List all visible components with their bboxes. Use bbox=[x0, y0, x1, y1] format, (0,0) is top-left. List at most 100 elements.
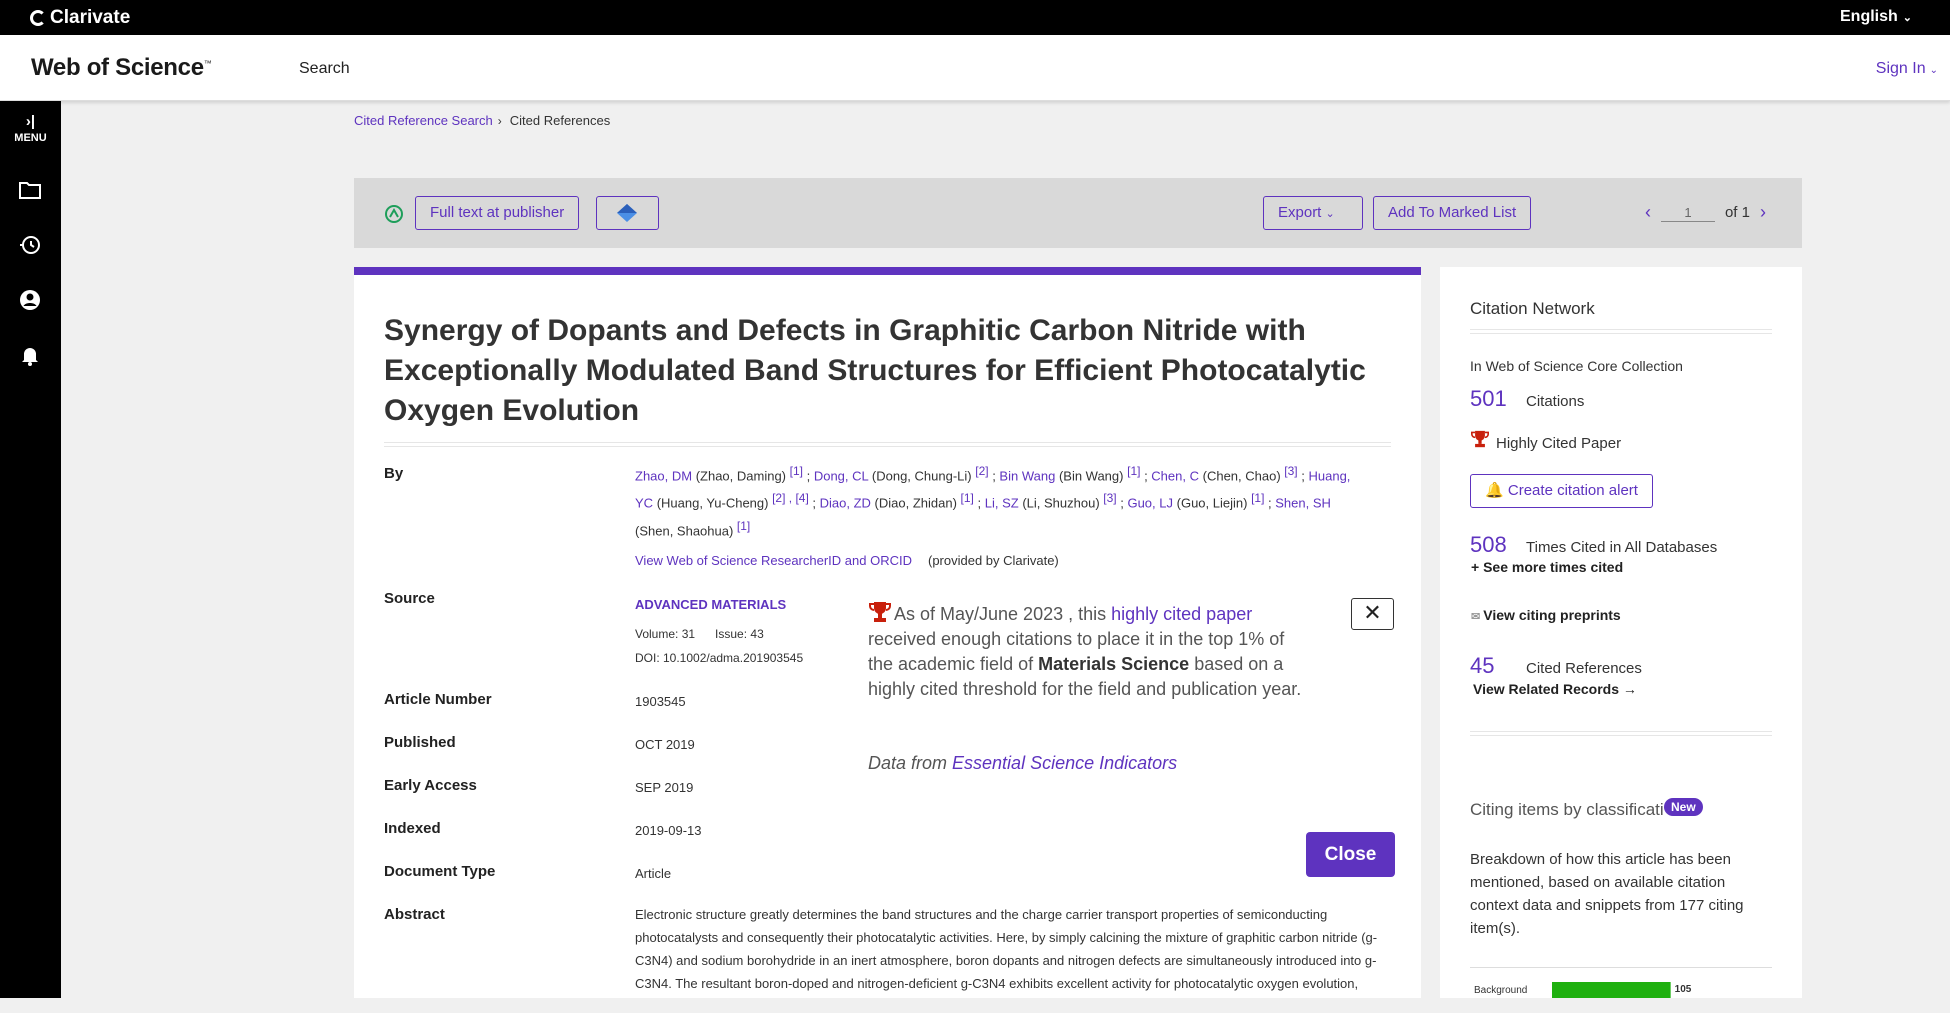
breadcrumb-cited-reference-search[interactable]: Cited Reference Search bbox=[354, 113, 493, 128]
data-from-label: Data from bbox=[868, 753, 953, 773]
add-to-marked-list-button[interactable]: Add To Marked List bbox=[1373, 196, 1532, 230]
author-full-name: (Shen, Shaohua) bbox=[635, 522, 734, 538]
clarivate-brand-text: Clarivate bbox=[50, 7, 131, 28]
author-link[interactable]: Guo, LJ bbox=[1127, 496, 1173, 511]
early-access-label: Early Access bbox=[384, 777, 477, 794]
author-link[interactable]: Zhao, DM bbox=[635, 468, 692, 483]
sign-in-menu[interactable]: Sign In ⌄ bbox=[1876, 60, 1938, 78]
history-icon[interactable] bbox=[18, 233, 42, 257]
user-icon[interactable] bbox=[18, 288, 42, 312]
volume-value: Volume: 31 bbox=[635, 627, 696, 641]
doi-value: DOI: 10.1002/adma.201903545 bbox=[635, 651, 804, 665]
author-link[interactable]: Bin Wang bbox=[999, 468, 1055, 483]
issue-value: Issue: 43 bbox=[715, 627, 764, 641]
related-label: View Related Records bbox=[1473, 681, 1620, 697]
record-toolbar: Full text at publisher Export ⌄ Add To M… bbox=[354, 178, 1802, 248]
page-number-input[interactable] bbox=[1660, 203, 1715, 222]
provided-by-label: (provided by Clarivate) bbox=[927, 553, 1059, 568]
view-citing-preprints-link[interactable]: ✉ View citing preprints bbox=[1471, 607, 1621, 623]
clarivate-logo[interactable]: Clarivate bbox=[30, 7, 130, 29]
chevron-right-icon: ›| bbox=[25, 113, 36, 130]
author-link[interactable]: Dong, CL bbox=[814, 468, 868, 483]
close-icon[interactable]: ✕ bbox=[1351, 598, 1394, 630]
pagination: ‹ of 1 › bbox=[1645, 202, 1766, 223]
all-databases-label: Times Cited in All Databases bbox=[1526, 539, 1718, 556]
author-affiliation-ref[interactable]: [3] bbox=[1284, 464, 1297, 478]
author-link[interactable]: Li, SZ bbox=[985, 496, 1019, 511]
citation-network-heading: Citation Network bbox=[1470, 299, 1595, 318]
highly-cited-message: As of May/June 2023 , this highly cited … bbox=[868, 601, 1308, 702]
article-number-label: Article Number bbox=[384, 691, 492, 708]
author-affiliation-ref[interactable]: [1] bbox=[790, 464, 803, 478]
esi-link[interactable]: Essential Science Indicators bbox=[952, 753, 1177, 773]
author-link[interactable]: Chen, C bbox=[1151, 468, 1199, 483]
author-affiliation-ref[interactable]: [2] , [4] bbox=[772, 491, 809, 505]
author-affiliation-ref[interactable]: [1] bbox=[1251, 491, 1264, 505]
author-affiliation-ref[interactable]: [1] bbox=[1127, 464, 1140, 478]
author-full-name: (Huang, Yu-Cheng) bbox=[656, 495, 769, 511]
chart-category-label: Background bbox=[1474, 985, 1527, 996]
cited-references-metric[interactable]: 45 Cited References bbox=[1470, 653, 1642, 679]
document-type-value: Article bbox=[635, 866, 672, 881]
language-selector[interactable]: English ⌄ bbox=[1840, 8, 1912, 26]
web-of-science-logo[interactable]: Web of Science™ bbox=[31, 54, 212, 82]
volume-issue: Volume: 31 Issue: 43 bbox=[635, 627, 764, 641]
early-access-value: SEP 2019 bbox=[635, 780, 694, 795]
author-affiliation-ref[interactable]: [2] bbox=[975, 464, 988, 478]
see-more-label: See more times cited bbox=[1483, 559, 1624, 575]
citations-count[interactable]: 501 bbox=[1470, 386, 1526, 412]
author-affiliation-ref[interactable]: [3] bbox=[1103, 491, 1116, 505]
close-button[interactable]: Close bbox=[1306, 832, 1395, 877]
popup-text-part1: As of May/June 2023 , this bbox=[894, 604, 1112, 624]
highly-cited-label: Highly Cited Paper bbox=[1496, 435, 1622, 452]
plus-icon: + bbox=[1471, 559, 1484, 575]
open-access-icon[interactable] bbox=[384, 204, 404, 224]
classification-chart: Background 105 bbox=[1470, 967, 1772, 1008]
author-affiliation-ref[interactable]: [1] bbox=[737, 519, 750, 533]
citations-label: Citations bbox=[1526, 393, 1585, 410]
breadcrumb-cited-references: Cited References bbox=[509, 113, 611, 128]
chart-value-label: 105 bbox=[1675, 984, 1692, 995]
chevron-right-icon[interactable]: › bbox=[1760, 202, 1766, 223]
author-link[interactable]: Diao, ZD bbox=[820, 496, 871, 511]
highly-cited-paper-link[interactable]: highly cited paper bbox=[1111, 604, 1252, 624]
chevron-down-icon: ⌄ bbox=[1929, 65, 1938, 76]
author-link[interactable]: Shen, SH bbox=[1275, 496, 1331, 511]
preprint-icon: ✉ bbox=[1471, 611, 1484, 623]
nav-search-link[interactable]: Search bbox=[299, 60, 350, 78]
author-affiliation-ref[interactable]: [1] bbox=[961, 491, 974, 505]
author-full-name: (Zhao, Daming) bbox=[695, 468, 787, 484]
breakdown-text: Breakdown of how this article has been m… bbox=[1470, 851, 1744, 937]
folder-icon[interactable] bbox=[18, 178, 42, 202]
author-full-name: (Dong, Chung-Li) bbox=[871, 468, 972, 484]
source-journal-link[interactable]: ADVANCED MATERIALS bbox=[635, 597, 786, 612]
classification-heading: Citing items by classificati bbox=[1470, 800, 1664, 819]
published-label: Published bbox=[384, 734, 456, 751]
document-type-label: Document Type bbox=[384, 863, 496, 880]
view-related-records-link[interactable]: View Related Records → bbox=[1473, 681, 1637, 697]
chart-bar[interactable] bbox=[1552, 982, 1671, 998]
researcher-id-link[interactable]: View Web of Science ResearcherID and ORC… bbox=[635, 553, 912, 568]
export-button[interactable]: Export ⌄ bbox=[1263, 196, 1363, 230]
full-text-button[interactable]: Full text at publisher bbox=[415, 196, 580, 230]
researcher-id-row: View Web of Science ResearcherID and ORC… bbox=[635, 553, 1059, 568]
see-more-times-cited-link[interactable]: + See more times cited bbox=[1471, 559, 1623, 575]
classification-chart-svg: Background 105 bbox=[1474, 982, 1692, 998]
trademark-mark: ™ bbox=[203, 59, 212, 68]
chevron-left-icon[interactable]: ‹ bbox=[1645, 202, 1651, 223]
create-citation-alert-button[interactable]: 🔔 Create citation alert bbox=[1470, 474, 1653, 508]
publisher-link-button[interactable] bbox=[596, 196, 659, 230]
article-number-value: 1903545 bbox=[635, 694, 686, 709]
record-card: Synergy of Dopants and Defects in Graphi… bbox=[354, 267, 1421, 998]
create-alert-label: Create citation alert bbox=[1507, 482, 1638, 499]
cited-references-count[interactable]: 45 bbox=[1470, 653, 1526, 679]
menu-toggle[interactable]: ›| MENU bbox=[0, 113, 61, 144]
citations-metric[interactable]: 501 Citations bbox=[1470, 386, 1584, 412]
all-databases-metric[interactable]: 508 Times Cited in All Databases bbox=[1470, 532, 1717, 558]
bell-icon[interactable] bbox=[18, 343, 42, 367]
cited-references-label: Cited References bbox=[1526, 660, 1642, 677]
logo-text: Web of Science bbox=[31, 54, 204, 81]
author-full-name: (Diao, Zhidan) bbox=[874, 495, 957, 511]
all-databases-count[interactable]: 508 bbox=[1470, 532, 1526, 558]
abstract-label: Abstract bbox=[384, 906, 445, 923]
